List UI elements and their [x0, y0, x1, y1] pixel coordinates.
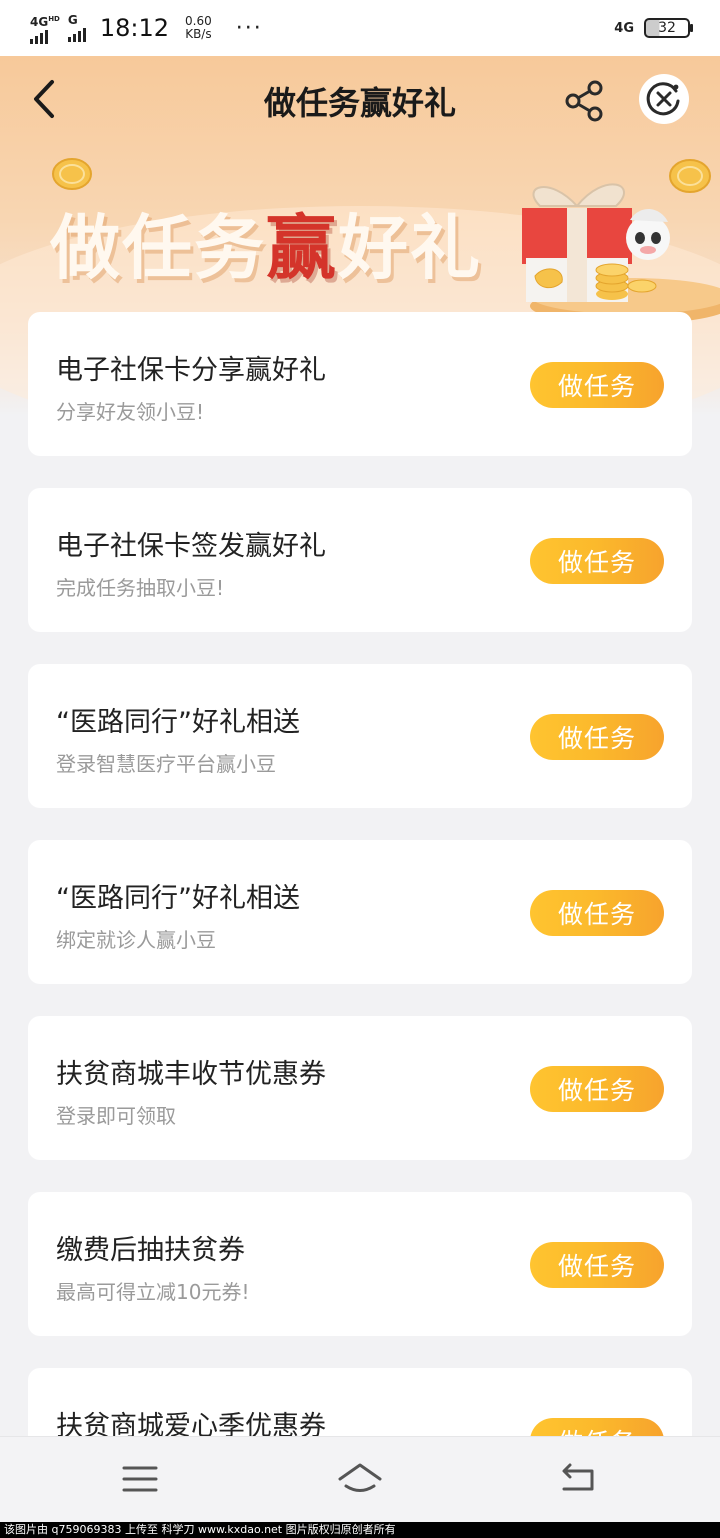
menu-icon	[122, 1466, 158, 1492]
task-title: 电子社保卡签发赢好礼	[56, 531, 326, 562]
signal-bars-icon	[30, 28, 48, 44]
watermark-text: 该图片由 q759069383 上传至 科学刀 www.kxdao.net 图片…	[0, 1522, 720, 1538]
task-card: 扶贫商城丰收节优惠券 登录即可领取 做任务	[28, 1016, 692, 1160]
do-task-button[interactable]: 做任务	[530, 1066, 664, 1112]
menu-button[interactable]	[118, 1459, 162, 1499]
banner-text-b: 好礼	[338, 207, 482, 289]
share-icon	[565, 80, 603, 122]
do-task-button[interactable]: 做任务	[530, 362, 664, 408]
banner-text-a: 做任务	[50, 207, 266, 289]
task-card: “医路同行”好礼相送 登录智慧医疗平台赢小豆 做任务	[28, 664, 692, 808]
task-subtitle: 登录即可领取	[56, 1104, 176, 1128]
banner-headline: 做任务赢好礼	[50, 192, 482, 293]
nav-bar: 做任务赢好礼	[0, 56, 720, 142]
task-subtitle: 分享好友领小豆!	[56, 400, 205, 424]
do-task-button[interactable]: 做任务	[530, 714, 664, 760]
return-icon	[562, 1463, 594, 1491]
do-task-button[interactable]: 做任务	[530, 1242, 664, 1288]
home-icon	[338, 1463, 382, 1492]
task-title: “医路同行”好礼相送	[56, 883, 300, 914]
status-bar: 4GHD G 18:12 0.60 KB/s ··· 4G 32	[0, 0, 720, 56]
system-nav-bar	[0, 1436, 720, 1522]
battery-level: 32	[658, 20, 676, 36]
do-task-button[interactable]: 做任务	[530, 890, 664, 936]
task-title: 扶贫商城丰收节优惠券	[56, 1059, 326, 1090]
gift-box-illustration	[522, 159, 720, 324]
do-task-button[interactable]: 做任务	[530, 538, 664, 584]
task-subtitle: 绑定就诊人赢小豆	[56, 928, 216, 952]
home-button[interactable]	[336, 1459, 384, 1499]
signal-2: G	[67, 13, 86, 42]
system-back-button[interactable]	[556, 1459, 600, 1499]
task-card: 电子社保卡分享赢好礼 分享好友领小豆! 做任务	[28, 312, 692, 456]
coin-icon	[52, 158, 92, 190]
task-title: “医路同行”好礼相送	[56, 707, 300, 738]
task-card: 缴费后抽扶贫券 最高可得立减10元券! 做任务	[28, 1192, 692, 1336]
network-type-right: 4G	[614, 20, 634, 36]
task-subtitle: 最高可得立减10元券!	[56, 1280, 250, 1304]
network-speed: 0.60 KB/s	[185, 15, 212, 41]
task-title: 缴费后抽扶贫券	[56, 1235, 245, 1266]
signal-bars-icon	[67, 26, 86, 42]
network-type-2: G	[67, 13, 78, 27]
page-title: 做任务赢好礼	[263, 84, 456, 122]
share-button[interactable]	[562, 78, 608, 124]
banner-text-win: 赢	[266, 207, 338, 289]
signal-1: 4GHD	[30, 13, 60, 44]
task-card: “医路同行”好礼相送 绑定就诊人赢小豆 做任务	[28, 840, 692, 984]
more-notifications-icon: ···	[235, 15, 263, 41]
clock: 18:12	[99, 14, 170, 42]
network-speed-unit: KB/s	[185, 27, 212, 41]
task-title: 电子社保卡分享赢好礼	[56, 355, 326, 386]
close-circle-icon	[646, 82, 680, 116]
task-subtitle: 登录智慧医疗平台赢小豆	[56, 752, 276, 776]
battery-icon: 32	[644, 18, 693, 38]
network-type-1: 4GHD	[30, 14, 60, 29]
close-button[interactable]	[639, 74, 689, 124]
task-card: 电子社保卡签发赢好礼 完成任务抽取小豆! 做任务	[28, 488, 692, 632]
task-subtitle: 完成任务抽取小豆!	[56, 576, 225, 600]
